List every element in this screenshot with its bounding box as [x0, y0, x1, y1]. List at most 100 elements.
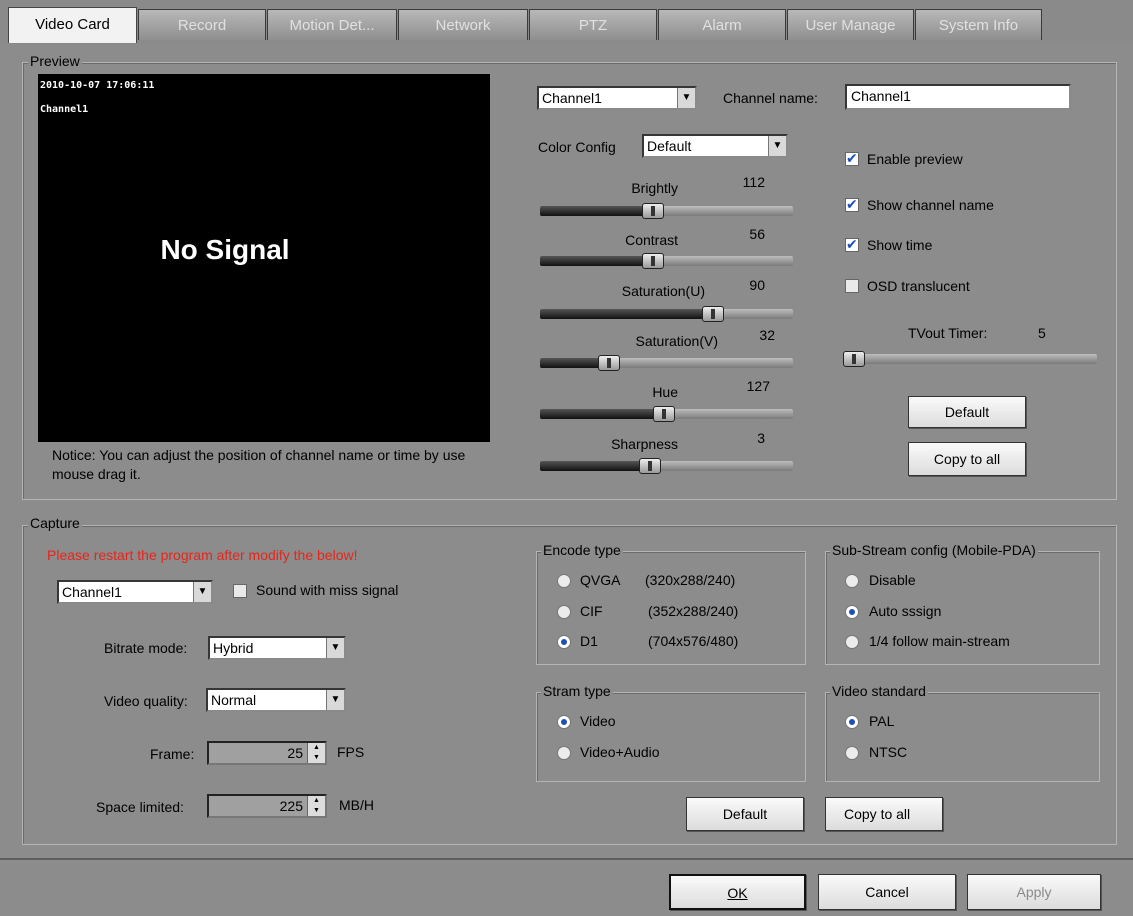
color-config-select[interactable]: Default ▼: [642, 134, 788, 158]
slider-label-2: Saturation(U): [621, 283, 705, 299]
standard-ntsc-radio[interactable]: [845, 746, 859, 760]
cancel-label: Cancel: [865, 884, 909, 900]
encode-d1-radio[interactable]: [557, 635, 571, 649]
ok-button[interactable]: OK: [669, 874, 806, 910]
encode-cif-label: CIF: [580, 603, 603, 619]
show-channel-name-label: Show channel name: [867, 197, 994, 213]
tab-user-manage[interactable]: User Manage: [787, 9, 914, 40]
enable-preview-label: Enable preview: [867, 151, 963, 167]
slider-thumb[interactable]: [653, 406, 675, 422]
restart-warning: Please restart the program after modify …: [47, 547, 358, 563]
video-quality-select[interactable]: Normal ▼: [206, 688, 346, 712]
stream-video-audio-label: Video+Audio: [580, 744, 660, 760]
bitrate-mode-label: Bitrate mode:: [104, 640, 188, 656]
bitrate-mode-value: Hybrid: [213, 640, 254, 656]
ok-label: OK: [727, 885, 748, 901]
slider-thumb[interactable]: [843, 351, 865, 367]
channel-name-input[interactable]: Channel1: [845, 84, 1071, 110]
tab-motion-detection[interactable]: Motion Det...: [267, 9, 397, 40]
encode-cif-radio[interactable]: [557, 605, 571, 619]
standard-ntsc-label: NTSC: [869, 744, 908, 760]
encode-qvga-radio[interactable]: [557, 574, 571, 588]
spin-arrows-icon[interactable]: ▲ ▼: [307, 796, 325, 816]
chevron-down-icon[interactable]: ▼: [768, 136, 786, 156]
slider-label-0: Brightly: [631, 180, 678, 196]
slider-track-1[interactable]: [540, 253, 793, 269]
osd-translucent-label: OSD translucent: [867, 278, 970, 294]
slider-thumb[interactable]: [598, 355, 620, 371]
preview-copy-to-all-button[interactable]: Copy to all: [908, 442, 1026, 476]
stream-video-label: Video: [580, 713, 616, 729]
frame-value: 25: [287, 745, 303, 761]
stream-video-radio[interactable]: [557, 715, 571, 729]
slider-track-3[interactable]: [540, 355, 793, 371]
standard-pal-radio[interactable]: [845, 715, 859, 729]
tab-video-card[interactable]: Video Card: [8, 7, 137, 43]
preview-channel-select[interactable]: Channel1 ▼: [537, 86, 697, 110]
slider-value-2: 90: [749, 277, 765, 293]
tab-system-info[interactable]: System Info: [915, 9, 1042, 40]
spin-arrows-icon[interactable]: ▲ ▼: [307, 743, 325, 763]
apply-button[interactable]: Apply: [967, 874, 1101, 910]
chevron-down-icon[interactable]: ▼: [326, 690, 344, 710]
slider-thumb[interactable]: [702, 306, 724, 322]
no-signal-text: No Signal: [160, 234, 290, 265]
video-standard-group: [825, 692, 1100, 782]
slider-thumb[interactable]: [642, 203, 664, 219]
tab-alarm[interactable]: Alarm: [658, 9, 786, 40]
slider-thumb[interactable]: [642, 253, 664, 269]
stream-video-audio-radio[interactable]: [557, 746, 571, 760]
chevron-down-icon[interactable]: ▼: [326, 638, 344, 658]
space-limited-value: 225: [279, 798, 303, 814]
tab-ptz[interactable]: PTZ: [529, 9, 657, 40]
encode-cif-res: (352x288/240): [648, 603, 739, 619]
slider-track-5[interactable]: [540, 458, 793, 474]
preview-default-button[interactable]: Default: [908, 396, 1026, 428]
color-config-label: Color Config: [538, 139, 616, 155]
osd-channel-name[interactable]: Channel1: [40, 104, 88, 115]
show-channel-name-checkbox[interactable]: [845, 196, 859, 213]
tab-record[interactable]: Record: [138, 9, 266, 40]
sound-miss-signal-checkbox[interactable]: [233, 584, 247, 598]
slider-thumb[interactable]: [639, 458, 661, 474]
capture-legend: Capture: [28, 515, 82, 531]
capture-channel-value: Channel1: [62, 584, 122, 600]
slider-label-1: Contrast: [625, 232, 678, 248]
chevron-down-icon[interactable]: ▼: [193, 582, 211, 602]
tvout-timer-slider[interactable]: [843, 351, 1097, 367]
sub-auto-assign-radio[interactable]: [845, 605, 859, 619]
osd-translucent-checkbox[interactable]: [845, 279, 859, 293]
encode-type-legend: Encode type: [541, 542, 623, 558]
space-limited-spinner[interactable]: 225 ▲ ▼: [207, 794, 327, 818]
slider-label-3: Saturation(V): [635, 333, 718, 349]
encode-d1-res: (704x576/480): [648, 633, 739, 649]
video-quality-value: Normal: [211, 692, 257, 708]
slider-track-0[interactable]: [540, 203, 793, 219]
frame-label: Frame:: [150, 746, 195, 762]
slider-fill: [540, 256, 653, 266]
slider-track-2[interactable]: [540, 306, 793, 322]
enable-preview-checkbox[interactable]: [845, 150, 859, 167]
show-time-checkbox[interactable]: [845, 236, 859, 253]
slider-label-4: Hue: [652, 384, 678, 400]
video-quality-label: Video quality:: [104, 693, 188, 709]
slider-value-5: 3: [757, 430, 765, 446]
tvout-timer-value: 5: [1038, 325, 1046, 341]
osd-time[interactable]: 2010-10-07 17:06:11: [40, 80, 154, 91]
capture-channel-select[interactable]: Channel1 ▼: [57, 580, 213, 604]
bitrate-mode-select[interactable]: Hybrid ▼: [208, 636, 346, 660]
frame-spinner[interactable]: 25 ▲ ▼: [207, 741, 327, 765]
sub-quarter-radio[interactable]: [845, 635, 859, 649]
slider-fill: [540, 206, 653, 216]
stream-type-legend: Stram type: [541, 683, 613, 699]
chevron-down-icon[interactable]: ▼: [677, 88, 695, 108]
capture-copy-to-all-button[interactable]: Copy to all: [825, 797, 943, 831]
tab-network[interactable]: Network: [398, 9, 528, 40]
slider-track-4[interactable]: [540, 406, 793, 422]
tab-bar: Video Card Record Motion Det... Network …: [0, 0, 1133, 44]
video-preview[interactable]: 2010-10-07 17:06:11 Channel1 No Signal: [38, 74, 490, 442]
sub-disable-radio[interactable]: [845, 574, 859, 588]
standard-pal-label: PAL: [869, 713, 895, 729]
capture-default-button[interactable]: Default: [686, 797, 804, 831]
cancel-button[interactable]: Cancel: [818, 874, 956, 910]
